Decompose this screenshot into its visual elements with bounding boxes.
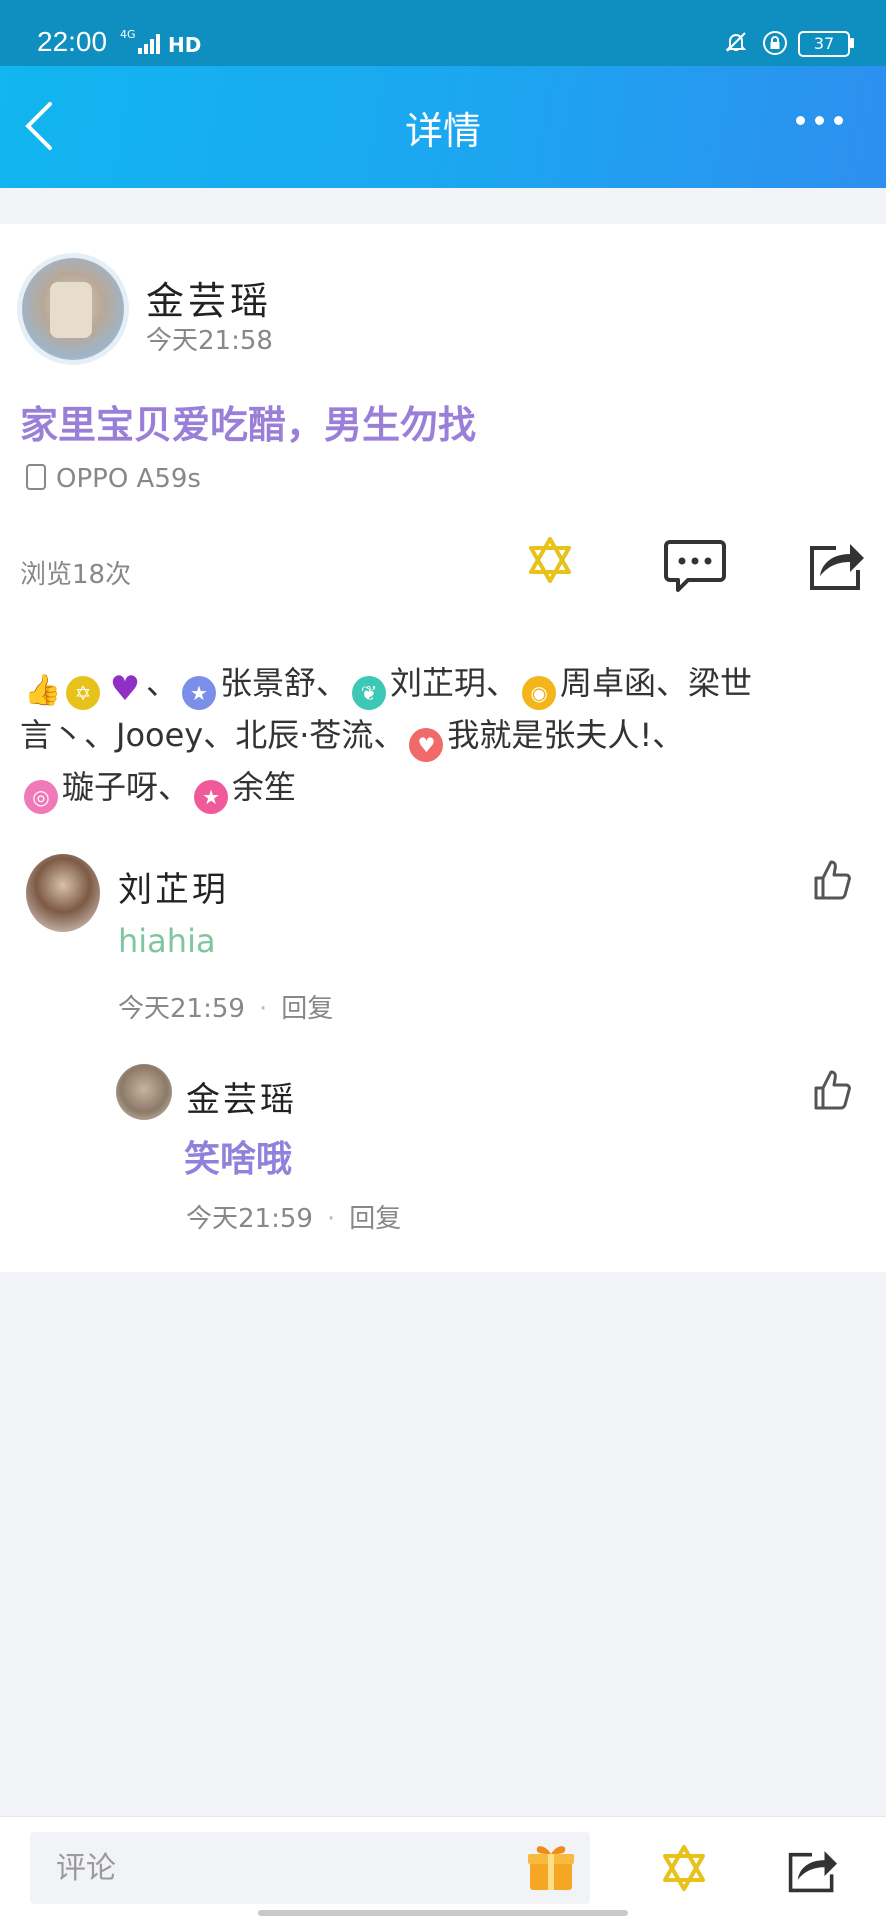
status-time: 22:00	[37, 26, 108, 57]
liker-name[interactable]: 刘芷玥、	[390, 664, 518, 702]
pink-star-badge-icon: ★	[194, 780, 229, 814]
author-name[interactable]: 金芸瑶	[146, 270, 272, 325]
device-label: OPPO A59s	[56, 464, 201, 494]
replier-avatar[interactable]	[116, 1064, 172, 1120]
liker-name[interactable]: 周卓函、梁世	[560, 664, 752, 702]
top-header: 22:00 4G HD 37 详情	[0, 0, 886, 188]
author-avatar[interactable]	[22, 258, 124, 360]
purple-heart-icon: ♥	[109, 669, 141, 709]
gift-icon[interactable]	[526, 1840, 576, 1892]
signal-icon	[138, 34, 160, 54]
post-timestamp: 今天21:58	[146, 326, 273, 356]
reply-time: 今天21:59	[186, 1204, 313, 1234]
name-separator: 、	[158, 768, 191, 806]
comment-input[interactable]	[30, 1832, 590, 1904]
thumbs-up-icon[interactable]	[812, 1068, 852, 1112]
lips-badge-icon: ◉	[522, 676, 557, 710]
phone-icon	[26, 464, 46, 490]
liker-name[interactable]: 我就是张夫人!、	[447, 716, 684, 754]
comment-time: 今天21:59	[118, 994, 245, 1024]
status-bar: 22:00 4G HD 37	[0, 0, 886, 66]
liker-names[interactable]: 言丶、Jooey、北辰·苍流、	[20, 716, 405, 754]
leaf-badge-icon: ❦	[352, 676, 387, 710]
battery-indicator: 37	[798, 31, 850, 57]
thumbs-up-icon: 👍	[24, 673, 62, 708]
home-indicator[interactable]	[258, 1910, 628, 1916]
reply-link[interactable]: 回复	[281, 994, 333, 1024]
comment-icon[interactable]	[664, 538, 726, 594]
post-text: 家里宝贝爱吃醋，男生勿找	[20, 403, 477, 447]
battery-tip	[850, 38, 854, 48]
share-icon[interactable]	[784, 1844, 840, 1894]
liker-name[interactable]: 余笙	[232, 768, 296, 806]
star-icon[interactable]	[526, 536, 574, 584]
reply-meta: 今天21:59 · 回复	[186, 1198, 401, 1235]
view-count: 浏览18次	[20, 560, 132, 590]
dot-separator: ·	[258, 994, 268, 1024]
dot-separator: ·	[326, 1204, 336, 1234]
commenter-avatar[interactable]	[26, 854, 100, 932]
replier-name[interactable]: 金芸瑶	[186, 1072, 297, 1121]
lollipop-badge-icon: ◎	[24, 780, 58, 814]
liker-name[interactable]: 张景舒、	[220, 664, 348, 702]
star-badge-icon: ✡	[66, 676, 100, 710]
rotation-lock-icon	[763, 31, 787, 55]
share-icon[interactable]	[806, 536, 866, 592]
bell-muted-icon	[725, 32, 747, 52]
thumbs-up-icon[interactable]	[812, 858, 852, 902]
liker-name[interactable]: 璇子呀	[62, 768, 158, 806]
page-title: 详情	[404, 109, 481, 153]
reply-text: 笑啥哦	[184, 1139, 293, 1180]
commenter-name[interactable]: 刘芷玥	[118, 862, 229, 911]
star-icon[interactable]	[660, 1844, 708, 1892]
likes-list: 👍 ✡ ♥、 ★ 张景舒、 ❦ 刘芷玥、 ◉ 周卓函、梁世 言丶、Jooey、北辰·苍流、 ♥ 我就…	[20, 658, 866, 814]
more-options-button[interactable]	[796, 116, 852, 136]
network-type: 4G	[120, 28, 136, 41]
hd-badge: HD	[168, 33, 202, 57]
blue-star-badge-icon: ★	[182, 676, 217, 710]
comment-meta: 今天21:59 · 回复	[118, 988, 333, 1025]
reply-link[interactable]: 回复	[349, 1204, 401, 1234]
heart-badge-icon: ♥	[409, 728, 444, 762]
comment-text: hiahia	[118, 922, 216, 960]
